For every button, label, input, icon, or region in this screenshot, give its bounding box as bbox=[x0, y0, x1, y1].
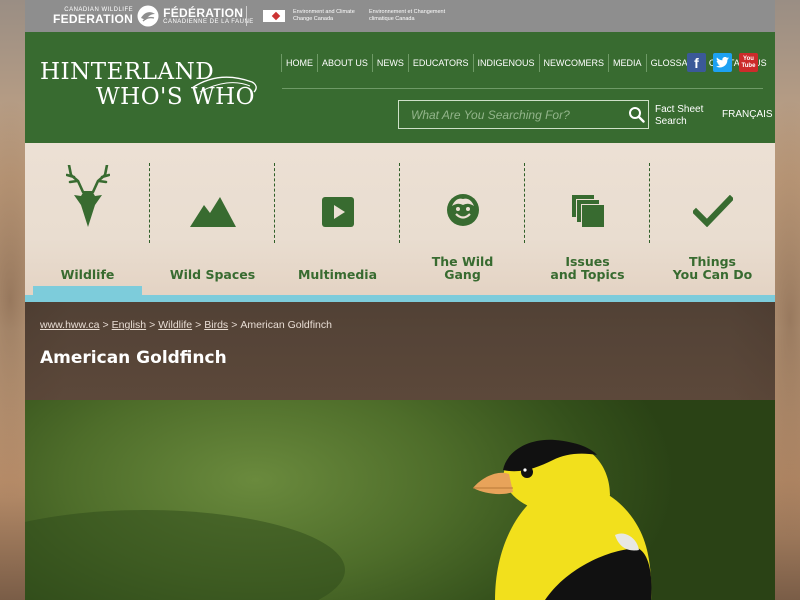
breadcrumb-birds-link[interactable]: Birds bbox=[204, 319, 228, 331]
category-multimedia-icon-wrap bbox=[321, 143, 354, 263]
category-things-you-can-do[interactable]: Things You Can Do bbox=[650, 143, 775, 295]
youtube-top-text: You bbox=[743, 55, 754, 62]
nav-about-us[interactable]: ABOUT US bbox=[317, 54, 372, 72]
hww-logo[interactable]: HINTERLAND WHO'S WHO bbox=[40, 60, 257, 110]
face-icon bbox=[446, 194, 479, 226]
category-wild-gang-label: The Wild Gang bbox=[400, 255, 525, 281]
breadcrumb-english-link[interactable]: English bbox=[112, 319, 146, 331]
breadcrumb-separator: > bbox=[149, 319, 156, 331]
page-header-band: www.hww.ca > English > Wildlife > Birds > Americ… bbox=[25, 302, 775, 400]
cwf-logo-english: CANADIAN WILDLIFE FEDERATION bbox=[53, 7, 133, 25]
cwf-logo-french: FÉDÉRATION CANADIENNE DE LA FAUNE bbox=[163, 7, 254, 25]
page-title: American Goldfinch bbox=[40, 348, 227, 368]
category-multimedia[interactable]: Multimedia bbox=[275, 143, 400, 295]
factsheet-line1: Fact Sheet bbox=[655, 104, 704, 115]
site-header: HINTERLAND WHO'S WHO HOME ABOUT US NEWS … bbox=[25, 32, 775, 143]
hero-image bbox=[25, 400, 775, 600]
category-wild-spaces-icon-wrap bbox=[189, 143, 236, 263]
eccc-french-text: Environnement et Changement climatique C… bbox=[369, 9, 446, 22]
category-things-icon-wrap bbox=[692, 143, 733, 263]
category-issues-label: Issues and Topics bbox=[525, 255, 650, 281]
search-icon bbox=[628, 107, 645, 123]
cwf-big-text: FEDERATION bbox=[53, 12, 134, 26]
category-issues-icon-wrap bbox=[571, 143, 604, 263]
fact-sheet-search-link[interactable]: Fact Sheet Search bbox=[655, 104, 703, 128]
breadcrumb: www.hww.ca > English > Wildlife > Birds > Americ… bbox=[40, 319, 332, 331]
fcf-small-text: CANADIENNE DE LA FAUNE bbox=[163, 19, 254, 25]
social-links: f You Tube bbox=[687, 53, 758, 72]
category-multimedia-label: Multimedia bbox=[297, 267, 378, 282]
cwf-emblem-icon bbox=[137, 5, 159, 27]
twitter-bird-icon bbox=[716, 57, 729, 68]
search-box bbox=[398, 100, 649, 129]
breadcrumb-separator: > bbox=[102, 319, 109, 331]
category-things-line2: You Can Do bbox=[672, 267, 753, 282]
breadcrumb-current: American Goldfinch bbox=[240, 319, 332, 331]
breadcrumb-wildlife-link[interactable]: Wildlife bbox=[158, 319, 192, 331]
language-toggle[interactable]: FRANÇAIS bbox=[722, 109, 773, 120]
category-wildlife-label: Wildlife bbox=[60, 267, 115, 282]
deer-icon bbox=[65, 165, 110, 227]
eccc-logo[interactable]: Environment and Climate Change Canada En… bbox=[263, 9, 463, 23]
nav-home[interactable]: HOME bbox=[281, 54, 317, 72]
breadcrumb-separator: > bbox=[231, 319, 238, 331]
logo-swoosh-icon bbox=[191, 76, 257, 93]
twitter-icon[interactable] bbox=[713, 53, 732, 72]
pages-icon bbox=[571, 195, 604, 227]
youtube-icon[interactable]: You Tube bbox=[739, 53, 758, 72]
nav-educators[interactable]: EDUCATORS bbox=[407, 54, 473, 72]
search-input[interactable] bbox=[399, 101, 624, 128]
category-wildlife-icon-wrap bbox=[65, 143, 110, 263]
canada-flag-icon bbox=[263, 10, 285, 22]
category-wild-spaces-label: Wild Spaces bbox=[169, 267, 256, 282]
nav-media[interactable]: MEDIA bbox=[608, 54, 646, 72]
cwf-logo[interactable]: CANADIAN WILDLIFE FEDERATION FÉDÉRATION … bbox=[53, 5, 254, 27]
category-the-wild-gang[interactable]: The Wild Gang bbox=[400, 143, 525, 295]
eccc-english-text: Environment and Climate Change Canada bbox=[293, 9, 355, 22]
category-wild-gang-icon-wrap bbox=[446, 143, 480, 263]
factsheet-line2: Search bbox=[655, 116, 687, 127]
category-things-label: Things You Can Do bbox=[650, 255, 775, 281]
checkmark-icon bbox=[692, 195, 733, 227]
page-wrapper: CANADIAN WILDLIFE FEDERATION FÉDÉRATION … bbox=[25, 0, 775, 600]
fcf-big-text: FÉDÉRATION bbox=[163, 6, 244, 20]
breadcrumb-home-link[interactable]: www.hww.ca bbox=[40, 319, 100, 331]
nav-newcomers[interactable]: NEWCOMERS bbox=[538, 54, 609, 72]
category-underline-strip bbox=[25, 295, 775, 302]
youtube-bottom-text: Tube bbox=[741, 62, 756, 69]
mountain-icon bbox=[189, 197, 236, 227]
breadcrumb-separator: > bbox=[195, 319, 202, 331]
category-wild-gang-line2: Gang bbox=[444, 267, 481, 282]
search-button[interactable] bbox=[624, 101, 648, 128]
category-wild-spaces[interactable]: Wild Spaces bbox=[150, 143, 275, 295]
category-wildlife[interactable]: Wildlife bbox=[25, 143, 150, 295]
partner-divider bbox=[246, 6, 247, 26]
category-navigation: Wildlife Wild Spaces Multimedia The Wild… bbox=[25, 143, 775, 302]
nav-news[interactable]: NEWS bbox=[371, 54, 408, 72]
nav-indigenous[interactable]: INDIGENOUS bbox=[472, 54, 539, 72]
category-issues-and-topics[interactable]: Issues and Topics bbox=[525, 143, 650, 295]
goldfinch-illustration bbox=[25, 439, 652, 600]
header-divider bbox=[282, 88, 763, 89]
partner-bar: CANADIAN WILDLIFE FEDERATION FÉDÉRATION … bbox=[25, 0, 775, 32]
play-icon bbox=[321, 197, 354, 227]
facebook-icon[interactable]: f bbox=[687, 53, 706, 72]
category-issues-line2: and Topics bbox=[550, 267, 625, 282]
active-category-indicator bbox=[33, 286, 142, 295]
